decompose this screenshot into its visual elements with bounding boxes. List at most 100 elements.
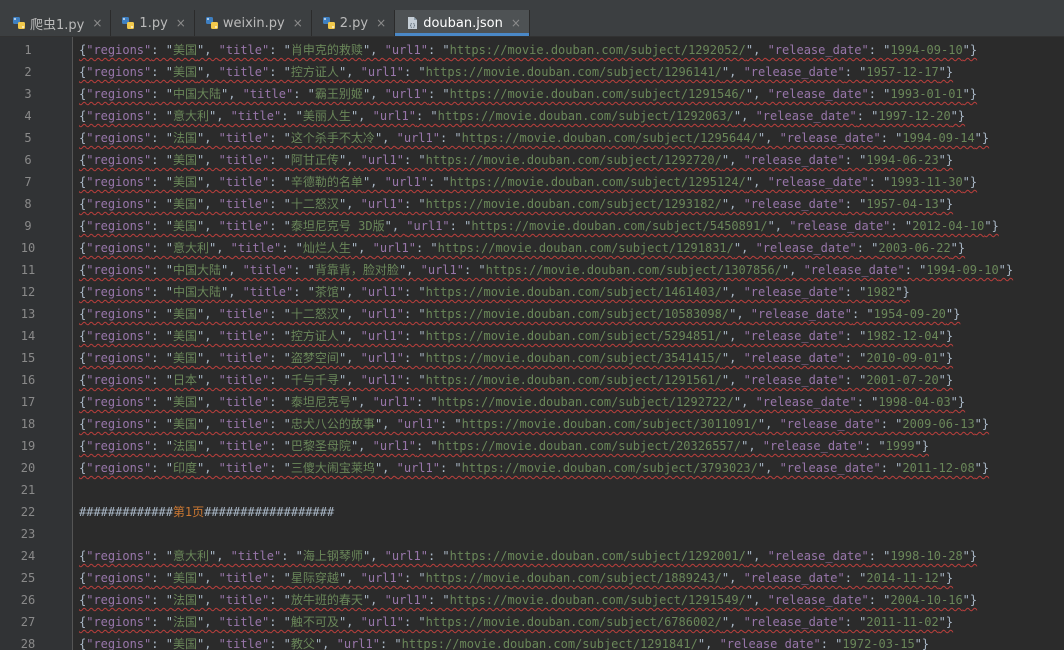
- tab--1-py[interactable]: 爬虫1.py ×: [2, 10, 112, 36]
- json-record: {"regions": "意大利", "title": "美丽人生", "url…: [79, 109, 966, 123]
- key-url: "url1": [360, 373, 404, 387]
- key-regions: "regions": [86, 637, 152, 650]
- key-title: "title": [218, 637, 270, 650]
- value-release-date: 1972-03-15: [842, 637, 915, 650]
- tab-2-py[interactable]: 2.py ×: [312, 10, 396, 36]
- key-title: "title": [218, 43, 270, 57]
- key-title: "title": [218, 571, 270, 585]
- tab-douban-json[interactable]: {} douban.json ×: [395, 10, 530, 36]
- key-release-date: "release_date": [743, 65, 845, 79]
- close-icon[interactable]: ×: [376, 16, 386, 30]
- value-release-date: 1993-11-30: [890, 175, 963, 189]
- value-release-date: 2014-11-12: [866, 571, 939, 585]
- line-number: 10: [20, 241, 36, 255]
- key-url: "url1": [360, 329, 404, 343]
- value-url: https://movie.douban.com/subject/1292001…: [449, 549, 746, 563]
- key-title: "title": [218, 197, 270, 211]
- svg-text:{}: {}: [410, 23, 416, 29]
- code-line: 14 {"regions": "美国", "title": "控方证人", "ur…: [0, 325, 1064, 347]
- value-url: https://movie.douban.com/subject/1295124…: [449, 175, 746, 189]
- code-line: 22 #############第1页##################: [0, 501, 1064, 523]
- line-number: 2: [24, 65, 32, 79]
- value-url: https://movie.douban.com/subject/1889243…: [425, 571, 722, 585]
- key-url: "url1": [396, 417, 440, 431]
- json-record: {"regions": "美国", "title": "肖申克的救赎", "ur…: [79, 43, 978, 57]
- key-url: "url1": [360, 65, 404, 79]
- key-regions: "regions": [86, 131, 152, 145]
- value-release-date: 1994-09-10: [926, 263, 999, 277]
- json-record: {"regions": "美国", "title": "十二怒汉", "url1…: [79, 197, 954, 211]
- value-title: 十二怒汉: [290, 307, 339, 321]
- close-icon[interactable]: ×: [293, 16, 303, 30]
- key-regions: "regions": [86, 549, 152, 563]
- page-separator-comment: #############第1页##################: [79, 501, 334, 523]
- key-regions: "regions": [86, 395, 152, 409]
- key-release-date: "release_date": [719, 637, 821, 650]
- line-number: 15: [20, 351, 36, 365]
- key-release-date: "release_date": [779, 417, 881, 431]
- value-url: https://movie.douban.com/subject/1292063…: [437, 109, 734, 123]
- value-title: 肖申克的救赎: [290, 43, 363, 57]
- key-regions: "regions": [86, 109, 152, 123]
- tab-label: weixin.py: [222, 15, 285, 31]
- tab-weixin-py[interactable]: weixin.py ×: [195, 10, 312, 36]
- json-record: {"regions": "美国", "title": "星际穿越", "url1…: [79, 571, 954, 585]
- key-regions: "regions": [86, 373, 152, 387]
- json-file-icon: {}: [405, 16, 419, 30]
- line-number: 7: [24, 175, 32, 189]
- key-url: "url1": [384, 593, 428, 607]
- key-title: "title": [218, 219, 270, 233]
- line-number: 20: [20, 461, 36, 475]
- key-release-date: "release_date": [743, 351, 845, 365]
- value-title: 茶馆: [314, 285, 339, 299]
- key-url: "url1": [372, 241, 416, 255]
- code-line: 15 {"regions": "美国", "title": "盗梦空间", "ur…: [0, 347, 1064, 369]
- line-number: 13: [20, 307, 36, 321]
- tab-label: 2.py: [339, 15, 369, 31]
- key-release-date: "release_date": [779, 131, 881, 145]
- key-title: "title": [218, 351, 270, 365]
- code-line: 21: [0, 479, 1064, 501]
- value-title: 阿甘正传: [290, 153, 339, 167]
- key-release-date: "release_date": [803, 263, 905, 277]
- key-url: "url1": [372, 109, 416, 123]
- code-line: 11 {"regions": "中国大陆", "title": "背靠背，脸对脸"…: [0, 259, 1064, 281]
- line-number: 25: [20, 571, 36, 585]
- value-regions: 法国: [172, 131, 197, 145]
- line-number: 1: [24, 43, 32, 57]
- separator-prefix: #############: [79, 505, 173, 519]
- value-url: https://movie.douban.com/subject/1291546…: [449, 87, 746, 101]
- json-record: {"regions": "日本", "title": "千与千寻", "url1…: [79, 373, 954, 387]
- code-line: 24 {"regions": "意大利", "title": "海上钢琴师", "…: [0, 545, 1064, 567]
- tab-1-py[interactable]: 1.py ×: [111, 10, 195, 36]
- key-release-date: "release_date": [789, 219, 891, 233]
- tab-label: douban.json: [423, 15, 503, 31]
- key-release-date: "release_date": [743, 615, 845, 629]
- line-number: 4: [24, 109, 32, 123]
- value-release-date: 1982-12-04: [866, 329, 939, 343]
- key-title: "title": [218, 153, 270, 167]
- key-title: "title": [218, 175, 270, 189]
- value-title: 忠犬八公的故事: [290, 417, 375, 431]
- key-url: "url1": [360, 197, 404, 211]
- value-release-date: 1999: [885, 439, 915, 453]
- code-editor[interactable]: 1 {"regions": "美国", "title": "肖申克的救赎", "u…: [0, 37, 1064, 650]
- value-url: https://movie.douban.com/subject/1307856…: [485, 263, 782, 277]
- value-url: https://movie.douban.com/subject/3011091…: [461, 417, 758, 431]
- close-icon[interactable]: ×: [176, 16, 186, 30]
- key-regions: "regions": [86, 43, 152, 57]
- value-title: 巴黎圣母院: [290, 439, 351, 453]
- value-release-date: 2011-11-02: [866, 615, 939, 629]
- close-icon[interactable]: ×: [92, 16, 102, 30]
- json-record: {"regions": "意大利", "title": "灿烂人生", "url…: [79, 241, 966, 255]
- close-icon[interactable]: ×: [511, 16, 521, 30]
- value-release-date: 2009-06-13: [902, 417, 975, 431]
- value-release-date: 2012-04-10: [912, 219, 985, 233]
- code-line: 2 {"regions": "美国", "title": "控方证人", "url…: [0, 61, 1064, 83]
- value-url: https://movie.douban.com/subject/1292052…: [449, 43, 746, 57]
- value-title: 控方证人: [290, 329, 339, 343]
- value-regions: 法国: [172, 615, 197, 629]
- json-record: {"regions": "美国", "title": "泰坦尼克号", "url…: [79, 395, 966, 409]
- value-release-date: 1993-01-01: [890, 87, 963, 101]
- value-release-date: 2010-09-01: [866, 351, 939, 365]
